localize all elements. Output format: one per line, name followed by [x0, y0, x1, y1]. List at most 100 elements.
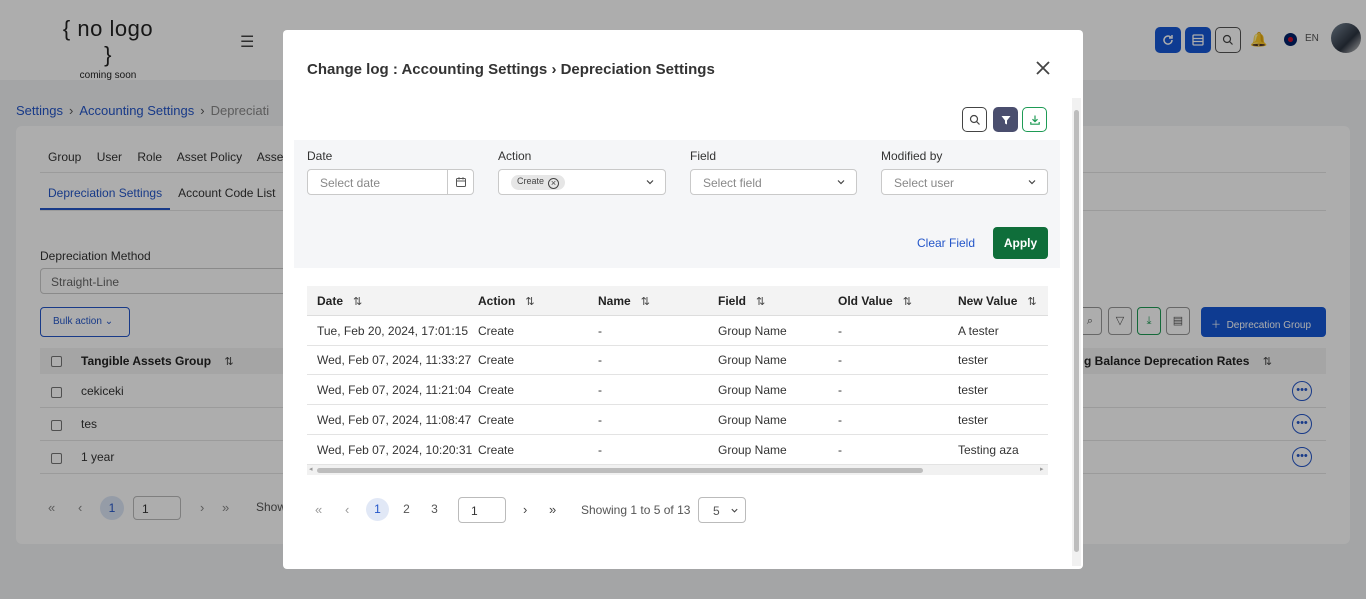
- date-filter-label: Date: [307, 149, 333, 163]
- download-button[interactable]: [1022, 107, 1047, 132]
- column-header-label: Name: [598, 294, 631, 308]
- column-header-label: Date: [317, 294, 344, 308]
- table-row[interactable]: Wed, Feb 07, 2024, 11:21:04 Create - Gro…: [307, 375, 1048, 405]
- cell-new-value: A tester: [958, 324, 999, 338]
- column-header-action[interactable]: Action ⇅: [478, 294, 535, 308]
- cell-name: -: [598, 383, 602, 397]
- column-header-old-value[interactable]: Old Value ⇅: [838, 294, 912, 308]
- pagination: « ‹ 1 2 3 1 › » Showing 1 to 5 of 13 5: [307, 497, 1048, 523]
- cell-name: -: [598, 324, 602, 338]
- page-button[interactable]: 1: [366, 498, 389, 521]
- cell-date: Wed, Feb 07, 2024, 11:33:27: [317, 353, 472, 367]
- cell-field: Group Name: [718, 383, 787, 397]
- page-size-value: 5: [713, 504, 720, 518]
- cell-name: -: [598, 443, 602, 457]
- chevron-down-icon: [646, 180, 654, 185]
- filter-icon: [1001, 115, 1010, 124]
- cell-new-value: tester: [958, 383, 989, 397]
- download-icon: [1029, 115, 1040, 125]
- cell-old-value: -: [838, 324, 842, 338]
- filter-panel: Date Select date Action Create × Field Se…: [294, 140, 1060, 268]
- sort-icon: ⇅: [353, 296, 363, 308]
- sort-icon: ⇅: [902, 296, 912, 308]
- first-page-icon[interactable]: «: [315, 502, 322, 517]
- search-icon: [969, 114, 980, 125]
- table-horizontal-scrollbar[interactable]: ◂ ▸: [307, 465, 1048, 475]
- change-log-modal: Change log : Accounting Settings › Depre…: [283, 30, 1083, 569]
- chevron-down-icon: [1028, 180, 1036, 185]
- last-page-icon[interactable]: »: [549, 502, 556, 517]
- table-row[interactable]: Wed, Feb 07, 2024, 11:08:47 Create - Gro…: [307, 405, 1048, 435]
- column-header-label: New Value: [958, 294, 1018, 308]
- action-chip-label: Create: [517, 176, 545, 186]
- table-row[interactable]: Tue, Feb 20, 2024, 17:01:15 Create - Gro…: [307, 316, 1048, 346]
- modified-by-filter-label: Modified by: [881, 149, 943, 163]
- date-filter-input[interactable]: Select date: [307, 169, 448, 195]
- scrollbar-thumb[interactable]: [317, 468, 923, 473]
- close-button[interactable]: [1033, 58, 1053, 78]
- clear-field-button[interactable]: Clear Field: [917, 236, 975, 250]
- sort-icon: ⇅: [756, 296, 766, 308]
- cell-field: Group Name: [718, 353, 787, 367]
- field-filter-select[interactable]: Select field: [690, 169, 857, 195]
- scroll-left-icon[interactable]: ◂: [309, 465, 313, 473]
- field-filter-label: Field: [690, 149, 717, 163]
- page-button[interactable]: 2: [395, 498, 418, 521]
- cell-new-value: Testing aza: [958, 443, 1019, 457]
- cell-field: Group Name: [718, 443, 787, 457]
- column-header-new-value[interactable]: New Value ⇅: [958, 294, 1037, 308]
- page-button[interactable]: 3: [423, 498, 446, 521]
- cell-new-value: tester: [958, 413, 989, 427]
- page-size-select[interactable]: 5: [698, 497, 746, 523]
- column-header-label: Field: [718, 294, 747, 308]
- column-header-field[interactable]: Field ⇅: [718, 294, 765, 308]
- modified-by-placeholder: Select user: [894, 176, 955, 190]
- chip-remove-icon[interactable]: ×: [548, 178, 560, 189]
- showing-count-text: Showing 1 to 5 of 13: [581, 503, 691, 517]
- cell-action: Create: [478, 324, 515, 338]
- cell-name: -: [598, 353, 602, 367]
- chevron-down-icon: [837, 180, 845, 185]
- column-header-date[interactable]: Date ⇅: [317, 294, 362, 308]
- modified-by-filter-select[interactable]: Select user: [881, 169, 1048, 195]
- sort-icon: ⇅: [640, 296, 650, 308]
- field-filter-placeholder: Select field: [703, 176, 762, 190]
- chevron-down-icon: [731, 508, 738, 513]
- sort-icon: ⇅: [525, 296, 535, 308]
- apply-button[interactable]: Apply: [993, 227, 1048, 259]
- column-header-name[interactable]: Name ⇅: [598, 294, 650, 308]
- cell-date: Wed, Feb 07, 2024, 10:20:31: [317, 443, 473, 457]
- action-filter-select[interactable]: Create ×: [498, 169, 666, 195]
- filter-toggle-button[interactable]: [993, 107, 1018, 132]
- cell-old-value: -: [838, 383, 842, 397]
- cell-action: Create: [478, 443, 515, 457]
- modal-scrollbar[interactable]: [1072, 98, 1081, 566]
- action-filter-label: Action: [498, 149, 532, 163]
- cell-name: -: [598, 413, 602, 427]
- action-chip: Create ×: [511, 175, 566, 190]
- cell-date: Wed, Feb 07, 2024, 11:08:47: [317, 413, 472, 427]
- cell-date: Tue, Feb 20, 2024, 17:01:15: [317, 324, 469, 338]
- scroll-right-icon[interactable]: ▸: [1040, 465, 1044, 473]
- table-header: Date ⇅ Action ⇅ Name ⇅ Field ⇅ Old Value ⇅ Ne…: [307, 286, 1048, 316]
- scrollbar-thumb[interactable]: [1074, 110, 1079, 552]
- table-row[interactable]: Wed, Feb 07, 2024, 10:20:31 Create - Gro…: [307, 435, 1048, 465]
- cell-action: Create: [478, 413, 515, 427]
- cell-old-value: -: [838, 353, 842, 367]
- prev-page-icon[interactable]: ‹: [345, 502, 349, 517]
- cell-new-value: tester: [958, 353, 989, 367]
- close-icon: [1036, 61, 1050, 75]
- cell-field: Group Name: [718, 324, 787, 338]
- change-log-table: Date ⇅ Action ⇅ Name ⇅ Field ⇅ Old Value ⇅ Ne…: [307, 286, 1048, 476]
- column-header-label: Old Value: [838, 294, 893, 308]
- page-number-input[interactable]: 1: [458, 497, 506, 523]
- table-row[interactable]: Wed, Feb 07, 2024, 11:33:27 Create - Gro…: [307, 345, 1048, 375]
- column-header-label: Action: [478, 294, 516, 308]
- cell-date: Wed, Feb 07, 2024, 11:21:04: [317, 383, 472, 397]
- sort-icon: ⇅: [1027, 296, 1037, 308]
- calendar-button[interactable]: [447, 169, 474, 195]
- next-page-icon[interactable]: ›: [523, 502, 527, 517]
- search-toggle-button[interactable]: [962, 107, 987, 132]
- cell-action: Create: [478, 383, 515, 397]
- modal-title: Change log : Accounting Settings › Depre…: [307, 61, 715, 78]
